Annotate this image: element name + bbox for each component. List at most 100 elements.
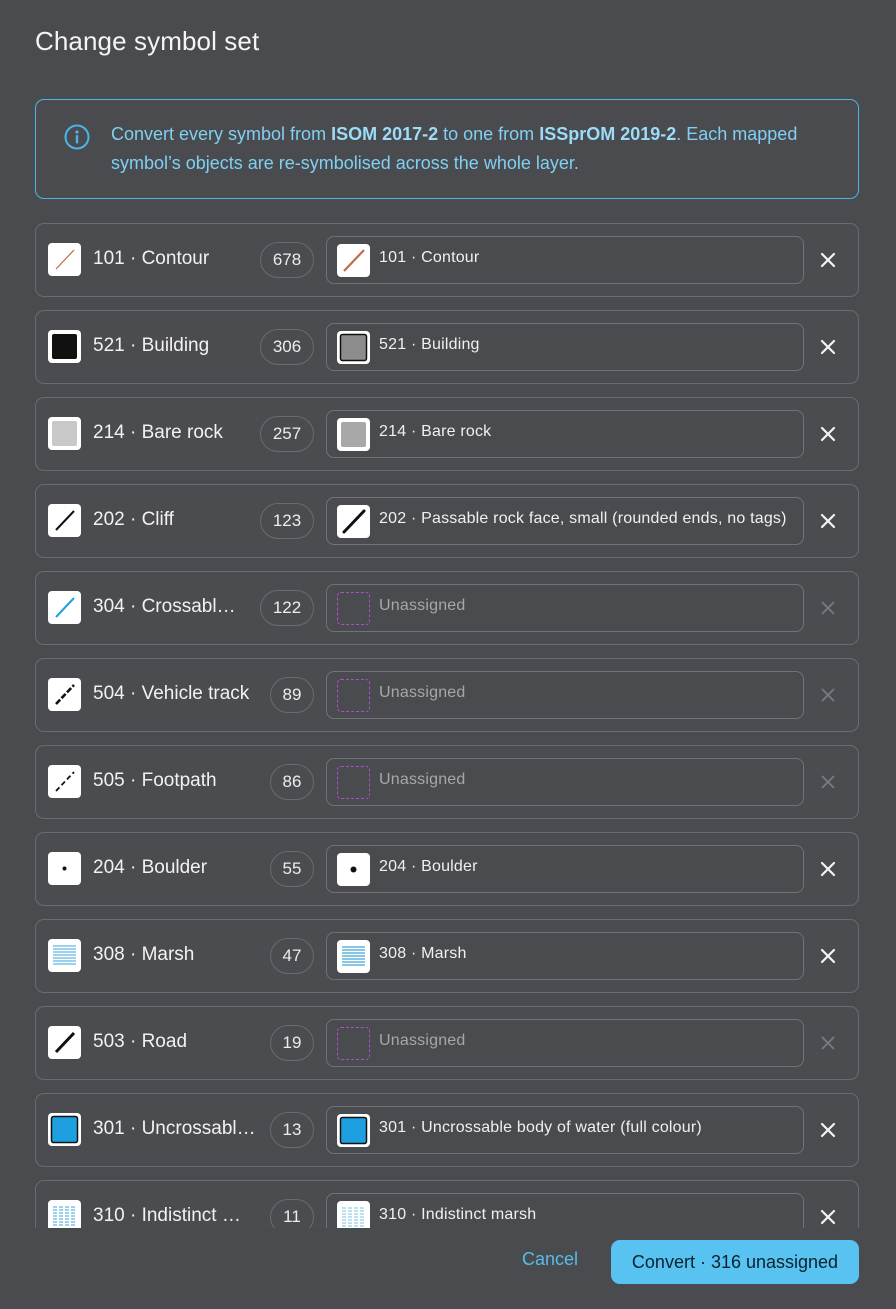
object-count-badge: 19 [270, 1025, 314, 1061]
object-count-badge: 89 [270, 677, 314, 713]
target-symbol-select[interactable]: 101 · Contour [326, 236, 804, 284]
source-symbol-label: 304 · Crossable watercourse [93, 596, 243, 617]
object-count-badge: 678 [260, 242, 314, 278]
close-icon[interactable] [814, 420, 842, 448]
source-symbol-label: 101 · Contour [93, 248, 210, 269]
close-icon [821, 601, 835, 615]
target-set-name: ISSprOM 2019-2 [539, 124, 677, 144]
water-body-icon [48, 1113, 81, 1146]
mapping-row: 503 · Road 19 Unassigned [35, 1006, 859, 1080]
close-icon [821, 775, 835, 789]
target-symbol-label: 308 · Marsh [379, 945, 467, 962]
target-symbol-select[interactable]: 308 · Marsh [326, 932, 804, 980]
source-symbol-label: 503 · Road [93, 1031, 188, 1052]
target-symbol-label: 202 · Passable rock face, small (rounded… [379, 510, 787, 527]
mapping-row: 301 · Uncrossable body of water 13 301 ·… [35, 1093, 859, 1167]
object-count-badge: 257 [260, 416, 314, 452]
cliff-icon [48, 504, 81, 537]
mapping-row: 308 · Marsh 47 308 · Marsh [35, 919, 859, 993]
close-icon[interactable] [814, 942, 842, 970]
vehicle-track-icon [48, 678, 81, 711]
target-symbol-select[interactable]: 204 · Boulder [326, 845, 804, 893]
info-message: Convert every symbol from ISOM 2017-2 to… [111, 120, 811, 178]
unassigned-placeholder-icon [337, 679, 370, 712]
info-middle: to one from [438, 124, 540, 144]
source-symbol-label: 310 · Indistinct marsh [93, 1205, 251, 1226]
object-count-badge: 86 [270, 764, 314, 800]
mapping-row: 204 · Boulder 55 204 · Boulder [35, 832, 859, 906]
source-symbol-label: 308 · Marsh [93, 944, 195, 965]
boulder-icon [337, 853, 370, 886]
change-symbol-set-dialog: Change symbol set Convert every symbol f… [0, 0, 896, 1309]
close-icon[interactable] [814, 507, 842, 535]
target-symbol-select[interactable]: Unassigned [326, 584, 804, 632]
info-icon [64, 124, 90, 150]
source-symbol-label: 204 · Boulder [93, 857, 208, 878]
indistinct-marsh-icon [337, 1201, 370, 1228]
object-count-badge: 55 [270, 851, 314, 887]
mapping-row: 505 · Footpath 86 Unassigned [35, 745, 859, 819]
source-symbol-label: 504 · Vehicle track [93, 683, 250, 704]
object-count-badge: 123 [260, 503, 314, 539]
convert-button[interactable]: Convert · 316 unassigned [611, 1240, 859, 1284]
boulder-icon [48, 852, 81, 885]
mapping-row: 214 · Bare rock 257 214 · Bare rock [35, 397, 859, 471]
source-symbol-label: 521 · Building [93, 335, 210, 356]
object-count-badge: 122 [260, 590, 314, 626]
mapping-row: 521 · Building 306 521 · Building [35, 310, 859, 384]
cancel-button[interactable]: Cancel [522, 1249, 578, 1270]
target-symbol-select[interactable]: 301 · Uncrossable body of water (full co… [326, 1106, 804, 1154]
indistinct-marsh-icon [48, 1200, 81, 1228]
contour-icon [337, 244, 370, 277]
info-banner: Convert every symbol from ISOM 2017-2 to… [35, 99, 859, 199]
close-icon[interactable] [814, 333, 842, 361]
water-body-icon [337, 1114, 370, 1147]
close-icon[interactable] [814, 855, 842, 883]
close-icon [821, 688, 835, 702]
mapping-row: 202 · Cliff 123 202 · Passable rock face… [35, 484, 859, 558]
target-symbol-label: Unassigned [379, 684, 466, 701]
target-symbol-select[interactable]: 214 · Bare rock [326, 410, 804, 458]
target-symbol-label: Unassigned [379, 597, 466, 614]
bare-rock-icon [48, 417, 81, 450]
target-symbol-label: Unassigned [379, 771, 466, 788]
unassigned-placeholder-icon [337, 766, 370, 799]
marsh-icon [337, 940, 370, 973]
watercourse-icon [48, 591, 81, 624]
contour-icon [48, 243, 81, 276]
source-set-name: ISOM 2017-2 [331, 124, 439, 144]
target-symbol-select[interactable]: Unassigned [326, 758, 804, 806]
info-prefix: Convert every symbol from [111, 124, 332, 144]
building-icon [48, 330, 81, 363]
mapping-row: 304 · Crossable watercourse 122 Unassign… [35, 571, 859, 645]
close-icon[interactable] [814, 1116, 842, 1144]
target-symbol-select[interactable]: Unassigned [326, 671, 804, 719]
object-count-badge: 13 [270, 1112, 314, 1148]
close-icon[interactable] [814, 246, 842, 274]
source-symbol-label: 505 · Footpath [93, 770, 217, 791]
target-symbol-label: 214 · Bare rock [379, 423, 492, 440]
road-icon [48, 1026, 81, 1059]
symbol-mapping-list[interactable]: 101 · Contour 678 101 · Contour 521 · Bu… [35, 223, 859, 1228]
building-grey-icon [337, 331, 370, 364]
source-symbol-label: 202 · Cliff [93, 509, 174, 530]
source-symbol-label: 214 · Bare rock [93, 422, 223, 443]
target-symbol-select[interactable]: Unassigned [326, 1019, 804, 1067]
marsh-icon [48, 939, 81, 972]
target-symbol-select[interactable]: 310 · Indistinct marsh [326, 1193, 804, 1228]
target-symbol-select[interactable]: 202 · Passable rock face, small (rounded… [326, 497, 804, 545]
cliff-icon [337, 505, 370, 538]
target-symbol-label: 521 · Building [379, 336, 480, 353]
target-symbol-select[interactable]: 521 · Building [326, 323, 804, 371]
target-symbol-label: 310 · Indistinct marsh [379, 1206, 537, 1223]
object-count-badge: 47 [270, 938, 314, 974]
close-icon[interactable] [814, 1203, 842, 1228]
close-icon [821, 1036, 835, 1050]
dialog-title: Change symbol set [35, 26, 260, 56]
mapping-row: 101 · Contour 678 101 · Contour [35, 223, 859, 297]
unassigned-placeholder-icon [337, 592, 370, 625]
unassigned-placeholder-icon [337, 1027, 370, 1060]
target-symbol-label: 204 · Boulder [379, 858, 478, 875]
source-symbol-label: 301 · Uncrossable body of water [93, 1118, 258, 1139]
object-count-badge: 306 [260, 329, 314, 365]
